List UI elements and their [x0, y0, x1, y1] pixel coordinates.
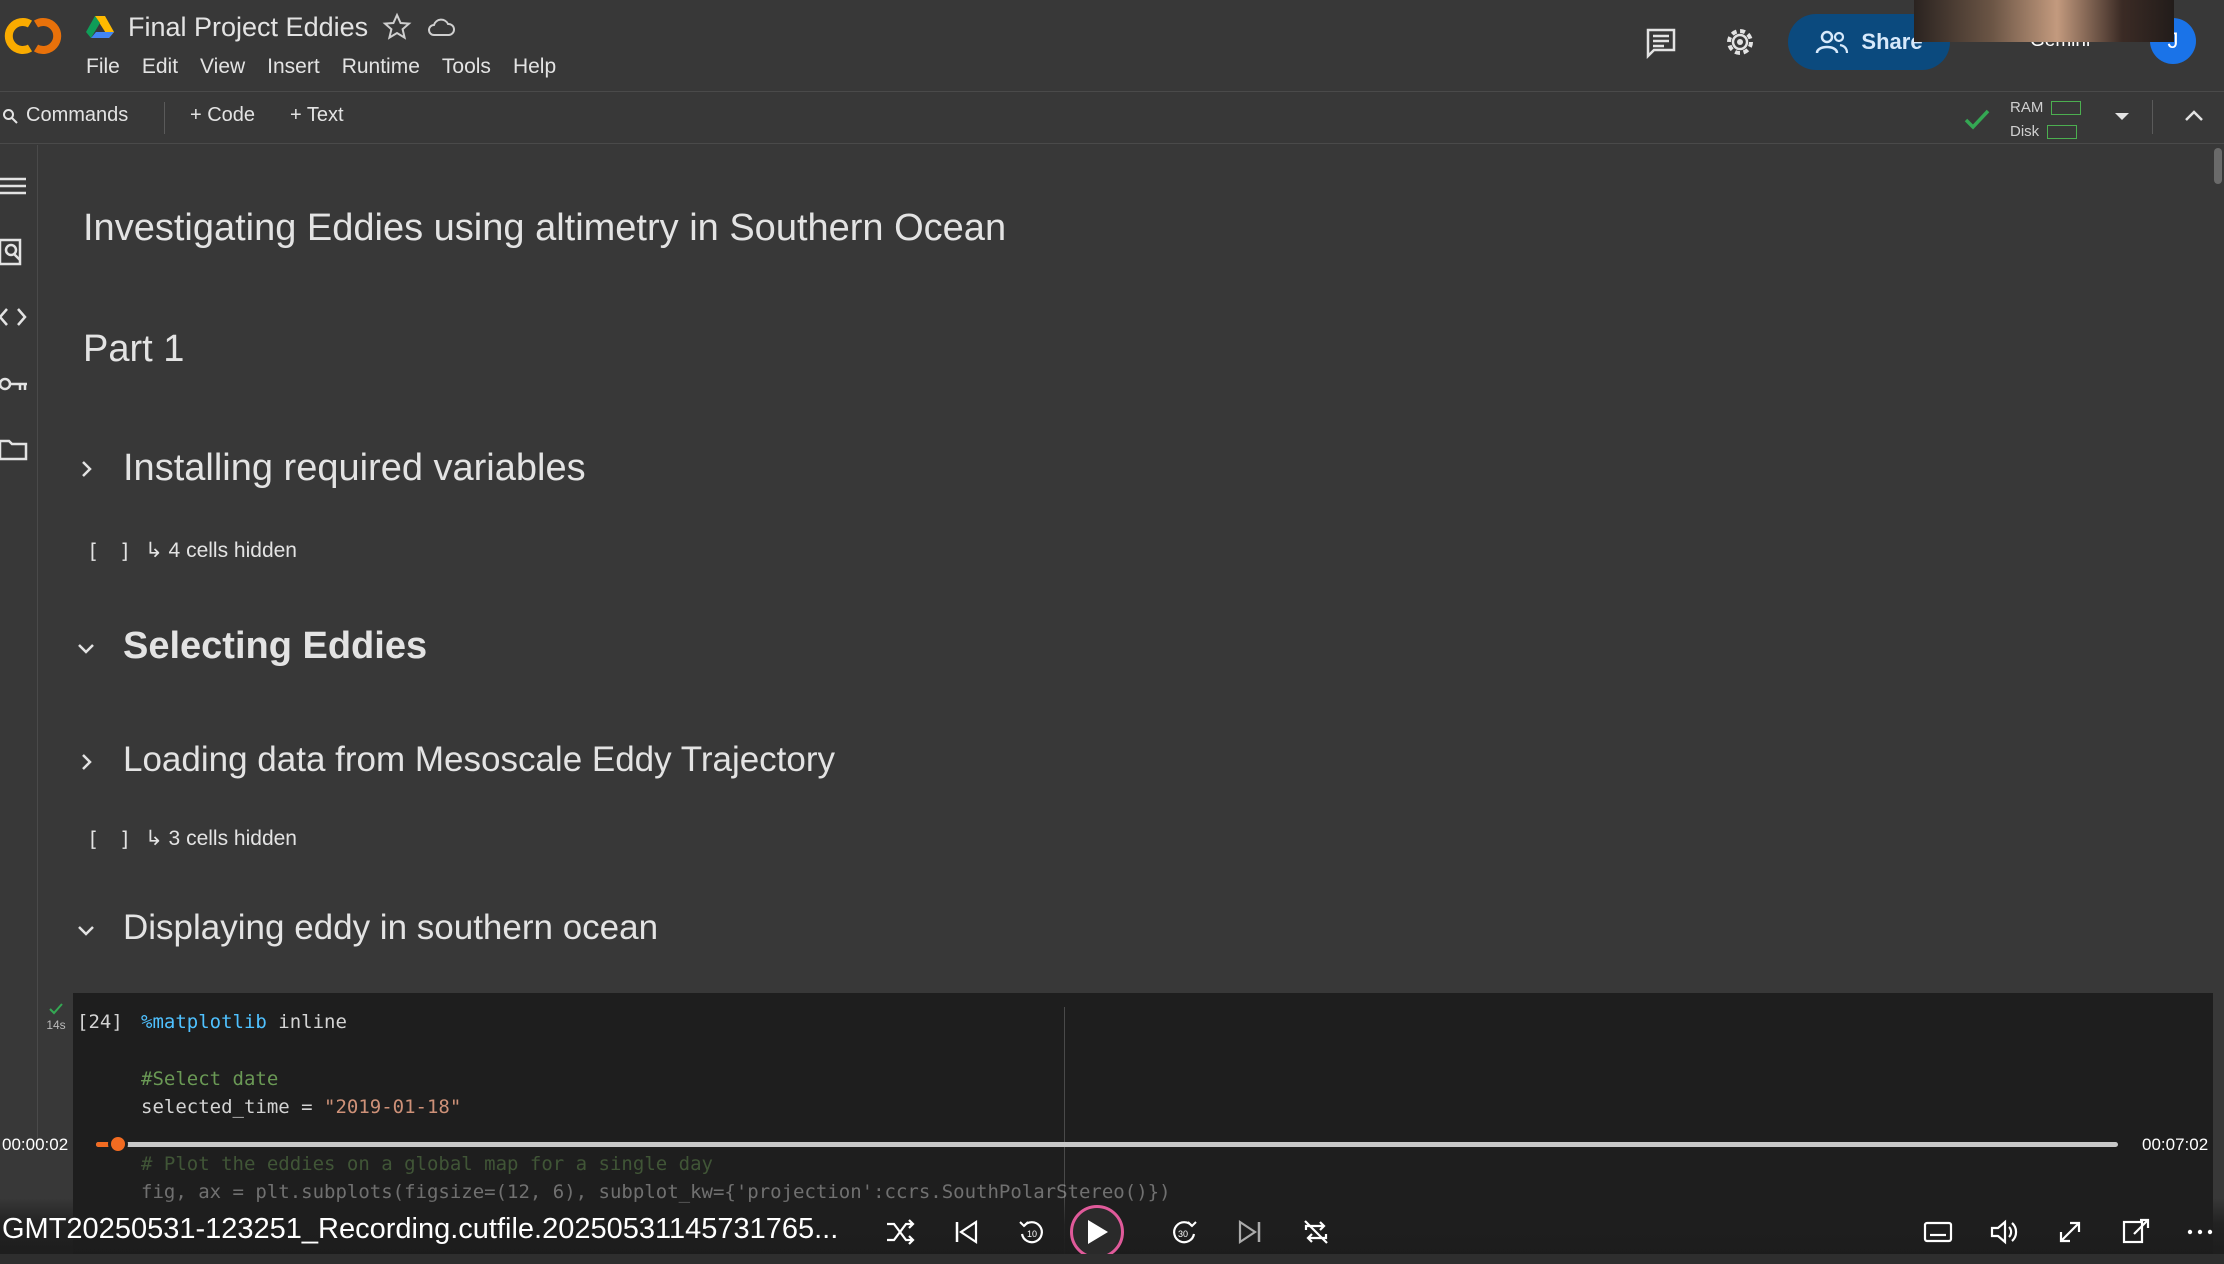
- hidden-cells-label: ↳ 3 cells hidden: [145, 827, 297, 850]
- part-heading: Part 1: [83, 328, 185, 370]
- notebook-toolbar: Commands + Code + Text: [0, 91, 2224, 144]
- code-line[interactable]: %matplotlib inline: [141, 1011, 347, 1033]
- volume-icon[interactable]: [1988, 1216, 2020, 1248]
- webcam-overlay: [1914, 0, 2174, 42]
- add-code-button[interactable]: + Code: [190, 104, 255, 127]
- svg-text:10: 10: [1027, 1229, 1037, 1239]
- colab-logo[interactable]: [0, 14, 66, 58]
- fullscreen-icon[interactable]: [2054, 1216, 2086, 1248]
- ram-meter: [2051, 101, 2082, 116]
- chevron-down-icon[interactable]: [75, 637, 97, 659]
- hidden-cells-label: ↳ 4 cells hidden: [145, 539, 297, 562]
- ram-label: RAM: [2010, 99, 2044, 116]
- forward-30-icon[interactable]: 30: [1168, 1216, 1200, 1248]
- menu-insert[interactable]: Insert: [267, 55, 320, 79]
- scrollbar-thumb[interactable]: [2214, 148, 2222, 184]
- run-success-icon: [49, 1003, 63, 1015]
- menu-help[interactable]: Help: [513, 55, 556, 79]
- cell-brackets: [ ]: [87, 538, 136, 563]
- menu-runtime[interactable]: Runtime: [342, 55, 420, 79]
- code-text: selected_time =: [141, 1096, 325, 1118]
- status-bar: [0, 1254, 2224, 1264]
- code-string: "2019-01-18": [324, 1096, 462, 1118]
- disk-meter: [2047, 125, 2078, 140]
- table-of-contents-icon[interactable]: [0, 173, 28, 201]
- connected-check-icon: [1964, 109, 1990, 130]
- seek-bar[interactable]: [96, 1142, 2118, 1147]
- code-line[interactable]: #Select date: [141, 1068, 278, 1090]
- mini-player-icon[interactable]: [2120, 1216, 2152, 1248]
- shuffle-icon[interactable]: [884, 1216, 916, 1248]
- seek-bar-handle[interactable]: [108, 1134, 128, 1154]
- search-icon: [3, 108, 18, 124]
- code-line[interactable]: # Plot the eddies on a global map for a …: [141, 1153, 713, 1175]
- chevron-down-icon[interactable]: [75, 919, 97, 941]
- comment-icon[interactable]: [1644, 25, 1678, 59]
- play-icon: [1088, 1220, 1108, 1244]
- svg-text:30: 30: [1178, 1229, 1188, 1239]
- commands-label: Commands: [26, 104, 129, 126]
- previous-track-icon[interactable]: [950, 1216, 982, 1248]
- code-line[interactable]: selected_time = "2019-01-18": [141, 1096, 461, 1118]
- chevron-up-icon[interactable]: [2182, 106, 2206, 126]
- people-icon: [1816, 30, 1849, 54]
- resource-monitor[interactable]: RAM Disk: [2010, 96, 2082, 144]
- toolbar-divider: [164, 102, 165, 134]
- repeat-off-icon[interactable]: [1300, 1216, 1332, 1248]
- key-icon[interactable]: [0, 370, 28, 398]
- chevron-right-icon[interactable]: [75, 458, 97, 480]
- notebook-content: Investigating Eddies using altimetry in …: [39, 145, 2214, 1264]
- cell-brackets: [ ]: [87, 826, 136, 851]
- cloud-saved-icon[interactable]: [426, 12, 456, 42]
- commands-button[interactable]: Commands: [2, 104, 128, 127]
- chevron-right-icon[interactable]: [75, 751, 97, 773]
- notebook-title[interactable]: Final Project Eddies: [128, 12, 368, 43]
- section-heading: Selecting Eddies: [123, 625, 428, 667]
- left-rail: [0, 145, 38, 1145]
- menu-edit[interactable]: Edit: [142, 55, 178, 79]
- app-header: Final Project Eddies File Edit View Inse…: [0, 0, 2224, 90]
- menu-view[interactable]: View: [200, 55, 245, 79]
- section-heading: Loading data from Mesoscale Eddy Traject…: [123, 740, 836, 779]
- gear-icon[interactable]: [1722, 24, 1758, 60]
- current-time: 00:00:02: [2, 1135, 69, 1154]
- chevron-down-icon[interactable]: [2112, 106, 2132, 126]
- execution-count: [24]: [77, 1011, 123, 1033]
- section-heading: Installing required variables: [123, 447, 586, 489]
- star-icon[interactable]: [382, 12, 412, 42]
- next-track-icon[interactable]: [1234, 1216, 1266, 1248]
- hidden-cells-indicator[interactable]: [ ] ↳ 4 cells hidden: [87, 538, 297, 563]
- cell-run-status: 14s: [41, 1003, 71, 1032]
- video-file-name: GMT20250531-123251_Recording.cutfile.202…: [2, 1213, 839, 1245]
- code-text: inline: [266, 1011, 347, 1033]
- code-magic: %matplotlib: [141, 1011, 267, 1033]
- toolbar-divider: [2152, 100, 2153, 134]
- section-heading: Displaying eddy in southern ocean: [123, 908, 659, 947]
- add-text-button[interactable]: + Text: [290, 104, 344, 127]
- disk-label: Disk: [2010, 123, 2040, 140]
- notebook-heading: Investigating Eddies using altimetry in …: [83, 207, 1007, 249]
- cell-duration: 14s: [46, 1018, 66, 1032]
- folder-icon[interactable]: [0, 435, 28, 463]
- hidden-cells-indicator[interactable]: [ ] ↳ 3 cells hidden: [87, 826, 297, 851]
- find-icon[interactable]: [0, 238, 28, 266]
- captions-icon[interactable]: [1922, 1216, 1954, 1248]
- more-options-icon[interactable]: [2184, 1216, 2216, 1248]
- play-button[interactable]: [1070, 1205, 1124, 1259]
- rewind-10-icon[interactable]: 10: [1016, 1216, 1048, 1248]
- menu-tools[interactable]: Tools: [442, 55, 491, 79]
- menu-bar: File Edit View Insert Runtime Tools Help: [86, 55, 556, 79]
- total-time: 00:07:02: [2142, 1135, 2209, 1154]
- title-row: Final Project Eddies: [86, 10, 456, 44]
- google-drive-icon: [86, 16, 114, 38]
- menu-file[interactable]: File: [86, 55, 120, 79]
- code-snippets-icon[interactable]: [0, 303, 28, 331]
